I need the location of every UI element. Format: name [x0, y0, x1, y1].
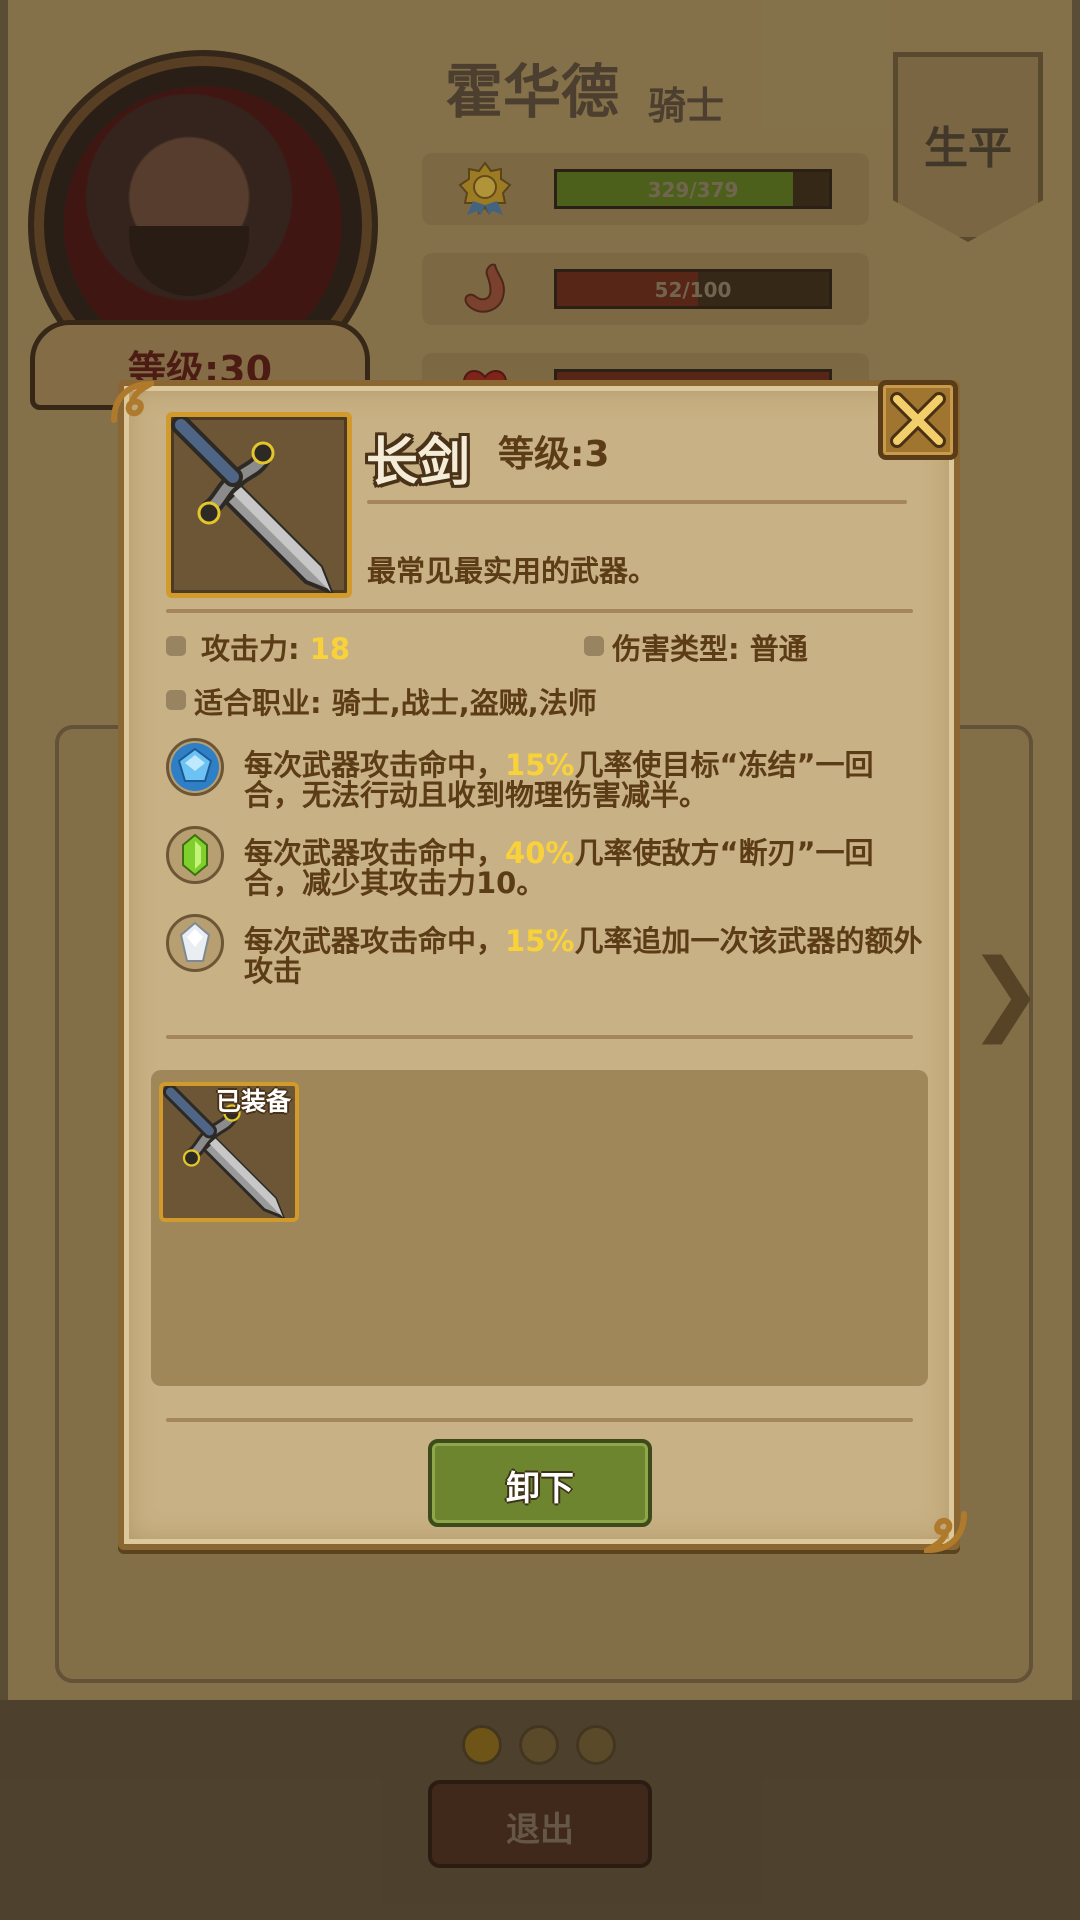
effect-text: 每次武器攻击命中， — [244, 924, 506, 958]
effect-text: 每次武器攻击命中， — [244, 836, 506, 870]
effect-chance: 15% — [505, 924, 575, 958]
effect-chance: 15% — [505, 748, 575, 782]
item-name: 长剑 — [366, 433, 471, 493]
divider — [166, 609, 913, 613]
effect-gem-slot — [166, 826, 224, 884]
green-gem-icon — [182, 833, 208, 877]
effect-chance: 40% — [505, 836, 575, 870]
item-icon-frame — [166, 412, 352, 598]
white-gem-icon — [179, 921, 211, 962]
attack-value: 18 — [309, 632, 351, 666]
effect-freeze: 每次武器攻击命中，15%几率使目标“冻结”一回合，无法行动且收到物理伤害减半。 — [244, 750, 924, 810]
damage-type: 伤害类型: 普通 — [612, 632, 808, 666]
effect-gem-slot — [166, 738, 224, 796]
close-button[interactable] — [878, 380, 958, 460]
suitable-classes: 适合职业: 骑士,战士,盗贼,法师 — [194, 686, 597, 720]
unequip-button[interactable]: 卸下 — [428, 1439, 652, 1527]
effect-gem-slot — [166, 914, 224, 972]
corner-ornament-icon — [924, 1511, 967, 1554]
divider — [367, 500, 907, 504]
longsword-icon — [171, 415, 335, 596]
bullet-icon — [584, 636, 604, 656]
item-description: 最常见最实用的武器。 — [367, 554, 658, 588]
bullet-icon — [166, 690, 186, 710]
item-level: 等级:3 — [498, 434, 610, 475]
attack-label: 攻击力: — [201, 632, 300, 666]
blue-gem-icon — [171, 743, 219, 791]
equipped-badge: 已装备 — [216, 1087, 292, 1116]
divider — [166, 1418, 913, 1422]
unequip-button-label: 卸下 — [506, 1469, 574, 1509]
close-icon — [890, 392, 946, 448]
corner-ornament-icon — [111, 380, 154, 423]
divider — [166, 1035, 913, 1039]
effect-text: 每次武器攻击命中， — [244, 748, 506, 782]
effect-break-blade: 每次武器攻击命中，40%几率使敌方“断刃”一回合，减少其攻击力10。 — [244, 838, 924, 898]
attack-stat: 攻击力: 18 — [201, 626, 350, 668]
bullet-icon — [166, 636, 186, 656]
effect-extra-attack: 每次武器攻击命中，15%几率追加一次该武器的额外攻击 — [244, 926, 924, 986]
